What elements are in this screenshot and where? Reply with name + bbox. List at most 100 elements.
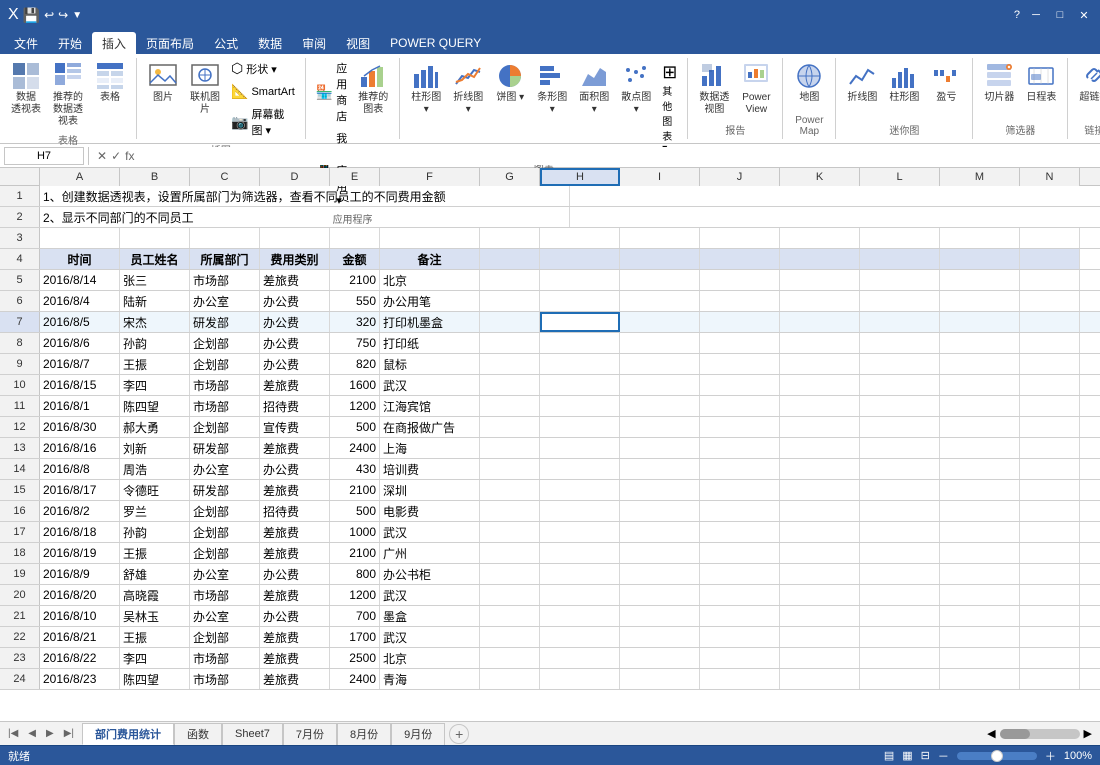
timeline-btn[interactable]: 日程表: [1021, 58, 1061, 106]
cell-I7[interactable]: [620, 312, 700, 332]
cell-L24[interactable]: [860, 669, 940, 689]
cell-A13[interactable]: 2016/8/16: [40, 438, 120, 458]
cell-J3[interactable]: [700, 228, 780, 248]
cell-A23[interactable]: 2016/8/22: [40, 648, 120, 668]
cell-G8[interactable]: [480, 333, 540, 353]
cell-L21[interactable]: [860, 606, 940, 626]
cell-F16[interactable]: 电影费: [380, 501, 480, 521]
insert-function-icon[interactable]: fx: [125, 149, 134, 163]
tab-nav-last[interactable]: ▶|: [60, 726, 78, 741]
cell-E18[interactable]: 2100: [330, 543, 380, 563]
col-header-L[interactable]: L: [860, 168, 940, 186]
cell-M19[interactable]: [940, 564, 1020, 584]
cell-F6[interactable]: 办公用笔: [380, 291, 480, 311]
cell-N17[interactable]: [1020, 522, 1080, 542]
cell-I3[interactable]: [620, 228, 700, 248]
sheet-tab-sep[interactable]: 9月份: [391, 723, 445, 745]
other-charts-btn[interactable]: ⊞ 其他图表 ▾: [658, 58, 681, 158]
cell-G4[interactable]: [480, 249, 540, 269]
cell-C5[interactable]: 市场部: [190, 270, 260, 290]
bar-chart-btn[interactable]: 柱形图 ▾: [406, 58, 446, 118]
smartart-btn[interactable]: 📐 SmartArt: [227, 81, 299, 102]
cell-C23[interactable]: 市场部: [190, 648, 260, 668]
cell-M21[interactable]: [940, 606, 1020, 626]
cell-H9[interactable]: [540, 354, 620, 374]
zoom-in[interactable]: ＋: [1045, 748, 1056, 764]
cell-D14[interactable]: 办公费: [260, 459, 330, 479]
cell-B15[interactable]: 令德旺: [120, 480, 190, 500]
cell-L14[interactable]: [860, 459, 940, 479]
cell-N4[interactable]: [1020, 249, 1080, 269]
cell-M12[interactable]: [940, 417, 1020, 437]
cell-J21[interactable]: [700, 606, 780, 626]
cell-A22[interactable]: 2016/8/21: [40, 627, 120, 647]
cell-G22[interactable]: [480, 627, 540, 647]
cell-D12[interactable]: 宣传费: [260, 417, 330, 437]
cell-J13[interactable]: [700, 438, 780, 458]
cell-K16[interactable]: [780, 501, 860, 521]
tab-data[interactable]: 数据: [248, 32, 292, 54]
cell-C17[interactable]: 企划部: [190, 522, 260, 542]
cell-F14[interactable]: 培训费: [380, 459, 480, 479]
cell-G17[interactable]: [480, 522, 540, 542]
cell-H3[interactable]: [540, 228, 620, 248]
pivot-table-btn[interactable]: 数据透视表: [6, 58, 46, 118]
cell-G18[interactable]: [480, 543, 540, 563]
cell-M17[interactable]: [940, 522, 1020, 542]
cell-G12[interactable]: [480, 417, 540, 437]
cell-D9[interactable]: 办公费: [260, 354, 330, 374]
cell-C14[interactable]: 办公室: [190, 459, 260, 479]
cell-I17[interactable]: [620, 522, 700, 542]
cell-N22[interactable]: [1020, 627, 1080, 647]
cell-I23[interactable]: [620, 648, 700, 668]
cell-C10[interactable]: 市场部: [190, 375, 260, 395]
cell-H16[interactable]: [540, 501, 620, 521]
cell-B19[interactable]: 舒雄: [120, 564, 190, 584]
cell-N19[interactable]: [1020, 564, 1080, 584]
recommend-pivot-btn[interactable]: 推荐的数据透视表: [48, 58, 88, 130]
cell-F8[interactable]: 打印纸: [380, 333, 480, 353]
cell-F3[interactable]: [380, 228, 480, 248]
cell-E14[interactable]: 430: [330, 459, 380, 479]
cell-K14[interactable]: [780, 459, 860, 479]
cell-M10[interactable]: [940, 375, 1020, 395]
cell-B4[interactable]: 员工姓名: [120, 249, 190, 269]
cell-E13[interactable]: 2400: [330, 438, 380, 458]
cell-C16[interactable]: 企划部: [190, 501, 260, 521]
cell-M7[interactable]: [940, 312, 1020, 332]
cell-M13[interactable]: [940, 438, 1020, 458]
cell-A16[interactable]: 2016/8/2: [40, 501, 120, 521]
sparkline-winloss-btn[interactable]: 盈亏: [926, 58, 966, 106]
dropdown-arrow[interactable]: ▼: [72, 10, 82, 21]
cell-M18[interactable]: [940, 543, 1020, 563]
cell-K9[interactable]: [780, 354, 860, 374]
cell-H12[interactable]: [540, 417, 620, 437]
tab-formula[interactable]: 公式: [204, 32, 248, 54]
line-chart-btn[interactable]: 折线图 ▾: [448, 58, 488, 118]
cell-F7[interactable]: 打印机墨盒: [380, 312, 480, 332]
cell-N23[interactable]: [1020, 648, 1080, 668]
cell-H17[interactable]: [540, 522, 620, 542]
cell-B5[interactable]: 张三: [120, 270, 190, 290]
cell-J11[interactable]: [700, 396, 780, 416]
cell-G6[interactable]: [480, 291, 540, 311]
cell-M5[interactable]: [940, 270, 1020, 290]
cell-B12[interactable]: 郝大勇: [120, 417, 190, 437]
cell-K6[interactable]: [780, 291, 860, 311]
cell-K3[interactable]: [780, 228, 860, 248]
cell-M16[interactable]: [940, 501, 1020, 521]
cell-M24[interactable]: [940, 669, 1020, 689]
cell-J22[interactable]: [700, 627, 780, 647]
cell-J16[interactable]: [700, 501, 780, 521]
col-header-A[interactable]: A: [40, 168, 120, 186]
cell-K15[interactable]: [780, 480, 860, 500]
cell-J24[interactable]: [700, 669, 780, 689]
cell-I16[interactable]: [620, 501, 700, 521]
cell-G15[interactable]: [480, 480, 540, 500]
cell-N8[interactable]: [1020, 333, 1080, 353]
cell-D19[interactable]: 办公费: [260, 564, 330, 584]
cell-A12[interactable]: 2016/8/30: [40, 417, 120, 437]
cell-E19[interactable]: 800: [330, 564, 380, 584]
tab-nav-prev[interactable]: ◀: [24, 726, 40, 741]
cell-B7[interactable]: 宋杰: [120, 312, 190, 332]
